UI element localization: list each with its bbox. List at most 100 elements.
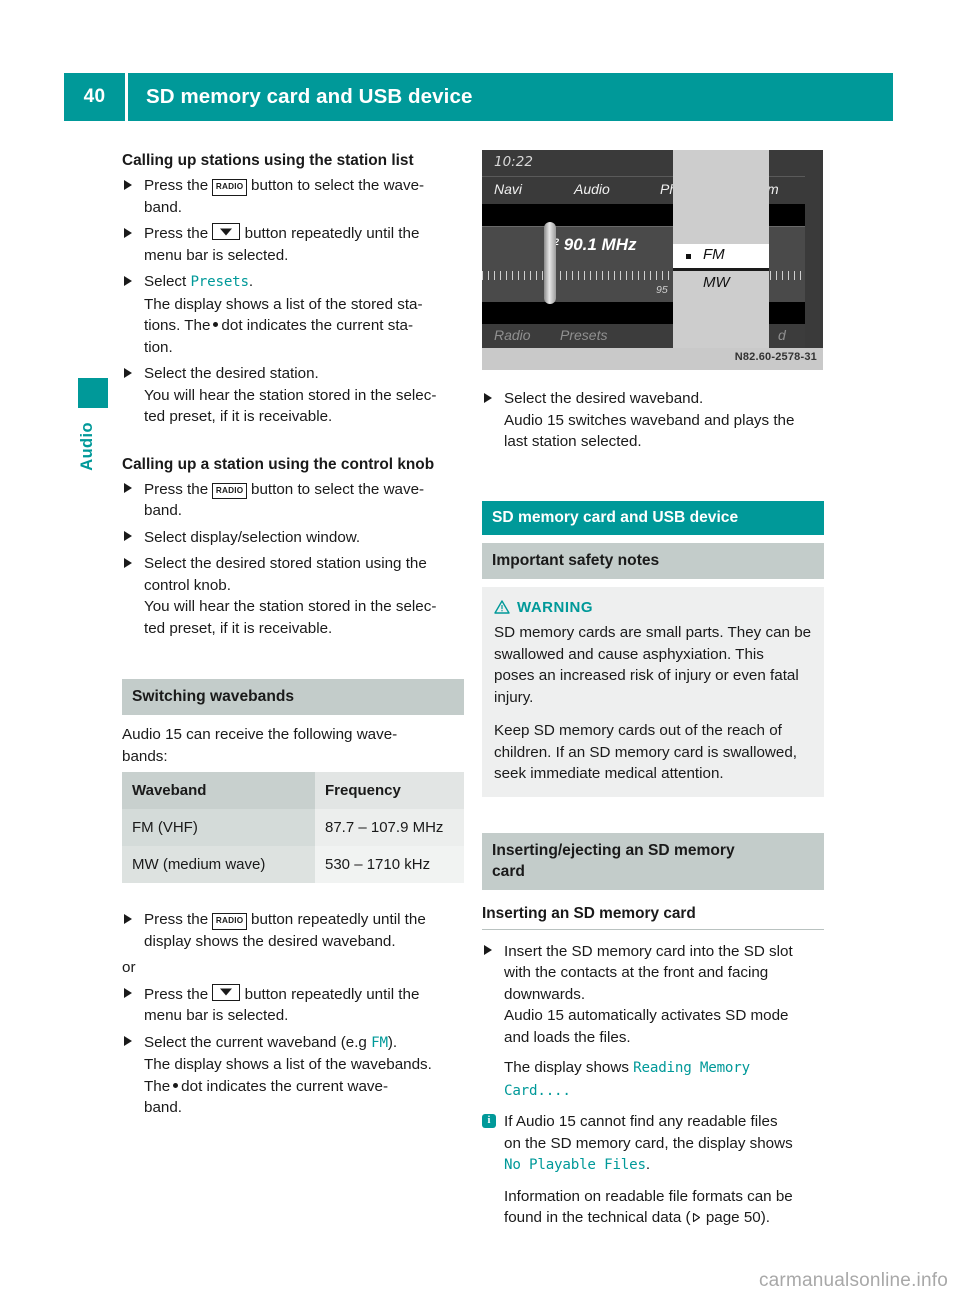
note-l1: If Audio 15 cannot find any readable fil… [504, 1113, 778, 1130]
menu-item-fm: FM [371, 1034, 388, 1051]
step-text: Press the [144, 177, 209, 194]
step-detail-line1: You will hear the station stored in the … [144, 386, 437, 404]
popup-option-mw: MW [703, 274, 730, 291]
step-detail-line2: ted preset, if it is receivable. [144, 408, 333, 425]
step-press-radio-2: Press the RADIO button to select the wav… [122, 479, 464, 522]
step-text: Press the [144, 480, 209, 498]
heading-control-knob: Calling up a station using the control k… [122, 455, 435, 473]
right-column: Select the desired waveband. Audio 15 sw… [482, 388, 824, 1229]
radio-button-icon: RADIO [212, 179, 247, 196]
step-detail-line1: The display shows a list of the stored s… [144, 295, 423, 313]
step-text: Select the desired waveband. [504, 390, 704, 407]
step-text-line2: menu bar is selected. [144, 246, 289, 264]
step-text-line2: control knob. [144, 576, 231, 594]
screen-status-bar [482, 150, 823, 177]
screen-bottom-presets: Presets [560, 327, 608, 343]
step-press-down-1: Press the button repeatedly until the me… [122, 223, 464, 266]
warning-label: WARNING [517, 598, 593, 616]
ins-d1: Audio 15 automatically activates SD mode [504, 1007, 789, 1024]
display-message-line1: Reading Memory [633, 1060, 750, 1076]
step-bullet-icon [124, 531, 132, 541]
scale-label-2: 95 [656, 284, 668, 296]
column-header-frequency: Frequency [315, 772, 464, 809]
step-bullet-icon [124, 275, 132, 286]
step-select-desired-waveband: Select the desired waveband. Audio 15 sw… [482, 388, 824, 453]
chapter-tab-label: Audio [78, 422, 96, 471]
screen-frequency: 2 90.1 MHz [554, 235, 637, 255]
warning-paragraph-2: Keep SD memory cards out of the reach of… [494, 720, 812, 785]
step-detail-line2a: tions. The [144, 317, 211, 334]
site-watermark: carmanualsonline.info [758, 1270, 948, 1291]
step-bullet-icon [124, 988, 132, 998]
popup-current-dot-icon [686, 254, 691, 259]
dot-indicator-icon [173, 1082, 179, 1088]
step-detail-line2b: dot indicates the current sta- [221, 317, 414, 334]
note-l2: on the SD memory card, the display shows [504, 1134, 793, 1152]
menu-item-presets: Presets [190, 274, 249, 290]
step-text: Select display/selection window. [144, 528, 361, 546]
waveband-intro: Audio 15 can receive the following wave-… [122, 724, 464, 767]
step-text: Select the current waveband (e.g [144, 1033, 367, 1051]
screen-clock: 10:22 [494, 154, 533, 170]
step-text-cont: ). [387, 1033, 398, 1051]
dot-indicator-icon [213, 322, 219, 327]
ins-l3: downwards. [504, 985, 586, 1003]
step-select-current-waveband: Select the current waveband (e.g FM). Th… [122, 1032, 464, 1119]
step-insert-sd-card: Insert the SD memory card into the SD sl… [482, 941, 824, 1049]
radio-display-figure: 10:22 Pro Navi Audio Phone m 2 90.1 MHz … [482, 150, 823, 370]
warn-p2-l1: Keep SD memory cards out of the reach of [494, 722, 782, 739]
screen-waveband-popup: FM MW [673, 150, 769, 348]
screen-menu-audio: Audio [574, 181, 610, 197]
step-bullet-icon [124, 179, 132, 190]
display-shows-label: The display shows [504, 1059, 629, 1076]
screen-bottom-bar: Radio Presets d [482, 324, 823, 348]
screen-tuner-scale: 9 95 100 [482, 271, 823, 296]
step-detail-line2: ted preset, if it is receivable. [144, 619, 333, 637]
section-bar-safety-notes: Important safety notes [482, 542, 824, 579]
screen-menu-navi: Navi [494, 181, 523, 197]
ins-d2: and loads the files. [504, 1028, 631, 1046]
step-text-cont: button to select the wave- [251, 480, 425, 498]
radio-screen-image: 10:22 Pro Navi Audio Phone m 2 90.1 MHz … [482, 150, 823, 348]
step-text-line2: band. [144, 198, 183, 216]
cell-frequency: 87.7 – 107.9 MHz [315, 809, 464, 846]
screen-spacer-bottom [482, 302, 823, 324]
step-press-radio-1: Press the RADIO button to select the wav… [122, 175, 464, 218]
screen-tuner-area: 2 90.1 MHz 9 95 100 [482, 226, 823, 304]
page-title: SD memory card and USB device [146, 85, 473, 108]
chapter-marker [78, 378, 108, 408]
warn-p2-l2: children. If an SD memory card is swallo… [494, 743, 798, 761]
down-arrow-button-icon [212, 983, 241, 1001]
step-detail-line1: Audio 15 switches waveband and plays the [504, 411, 795, 429]
section-bar-switching-wavebands: Switching wavebands [122, 679, 464, 715]
step-bullet-icon [124, 557, 132, 568]
step-bullet-icon [124, 913, 132, 924]
step-bullet-icon [484, 392, 492, 403]
note-display-message: No Playable Files [504, 1157, 646, 1173]
insert-bar-line2: card [492, 862, 525, 880]
cell-frequency: 530 – 1710 kHz [315, 846, 464, 883]
step-text: Select the desired station. [144, 365, 319, 382]
page-reference-arrow-icon [692, 1212, 700, 1223]
display-message-paragraph: The display shows Reading Memory Card...… [504, 1057, 824, 1102]
info-icon: i [482, 1114, 496, 1128]
warning-box: WARNING SD memory cards are small parts.… [482, 586, 824, 797]
tuner-cursor-handle [544, 222, 556, 304]
step-bullet-icon [124, 227, 132, 238]
warn-p1-l4: injury. [494, 688, 534, 706]
waveband-intro-line2: bands: [122, 747, 168, 765]
step-select-presets: Select Presets. The display shows a list… [122, 271, 464, 358]
step-bullet-icon [484, 945, 492, 955]
step-bullet-icon [124, 367, 132, 378]
ins-l1: Insert the SD memory card into the SD sl… [504, 942, 793, 960]
step-text-cont: button repeatedly until the [244, 985, 420, 1003]
radio-button-icon: RADIO [212, 913, 247, 930]
waveband-table: Waveband Frequency FM (VHF) 87.7 – 107.9… [122, 772, 464, 883]
xref-l1: Information on readable file formats can… [504, 1187, 793, 1205]
popup-option-fm: FM [703, 246, 725, 263]
warn-p1-l3: poses an increased risk of injury or eve… [494, 667, 799, 684]
step-text-line2: band. [144, 502, 183, 519]
cell-waveband: FM (VHF) [122, 809, 315, 846]
step-detail-line1: The display shows a list of the waveband… [144, 1056, 432, 1073]
warn-p2-l3: seek immediate medical attention. [494, 765, 724, 782]
